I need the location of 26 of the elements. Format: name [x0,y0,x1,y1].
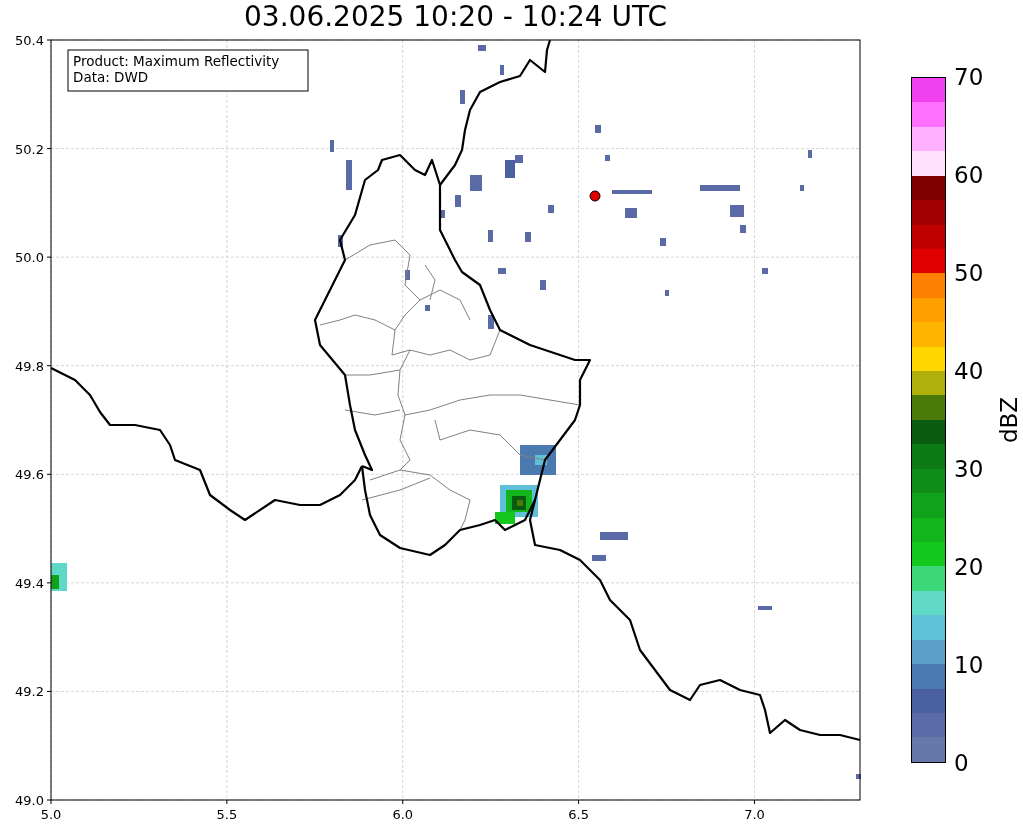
x-tick-label: 6.0 [392,807,414,822]
colorbar-tick-label: 70 [954,64,984,90]
x-tick-label: 5.0 [40,807,62,822]
location-marker [589,190,601,202]
colorbar-tick-label: 30 [954,456,984,482]
y-tick-label: 49.8 [15,358,44,374]
x-tick-label: 7.0 [744,807,765,822]
info-text: Product: Maximum Reflectivity [73,53,280,69]
y-tick-label: 50.0 [15,250,44,266]
y-tick-label: 49.6 [15,467,44,483]
colorbar-tick-label: 40 [954,358,984,384]
y-tick-label: 50.4 [15,34,44,48]
y-tick-label: 49.2 [15,684,44,700]
info-text: Data: DWD [73,69,149,85]
colorbar-tick-label: 0 [954,750,969,776]
colorbar-tick-label: 60 [954,162,984,188]
colorbar-label: dBZ [996,396,1023,444]
x-tick-label: 5.5 [216,807,238,822]
colorbar-tick-label: 50 [954,260,984,286]
colorbar-tick-label: 20 [954,554,984,580]
colorbar-tick-label: 10 [954,652,984,678]
x-tick-label: 6.5 [568,807,589,822]
y-tick-label: 49.4 [15,575,44,591]
y-tick-label: 50.2 [15,141,44,157]
chart-title: 03.06.2025 10:20 - 10:24 UTC [244,0,667,33]
y-tick-label: 49.0 [15,793,44,808]
